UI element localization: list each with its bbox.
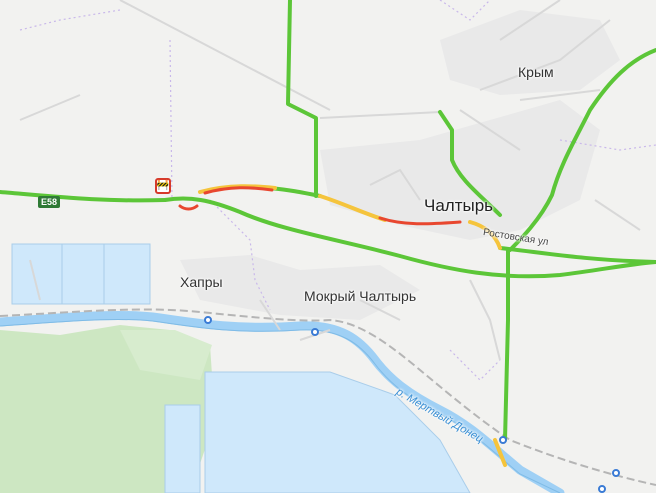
label-khapry: Хапры	[180, 274, 223, 290]
label-krym: Крым	[518, 64, 554, 80]
road-works-icon[interactable]: 🚧	[155, 178, 171, 194]
reservoir-small	[164, 404, 201, 493]
label-chaltyr: Чалтырь	[424, 196, 494, 215]
label-mokry-chaltyr: Мокрый Чалтырь	[304, 288, 417, 304]
map-view[interactable]: E58 🚧 Чалтырь Крым Хапры Мокрый Чалтырь …	[0, 0, 656, 493]
route-shield-e58: E58	[38, 196, 61, 208]
map-canvas	[0, 0, 656, 493]
